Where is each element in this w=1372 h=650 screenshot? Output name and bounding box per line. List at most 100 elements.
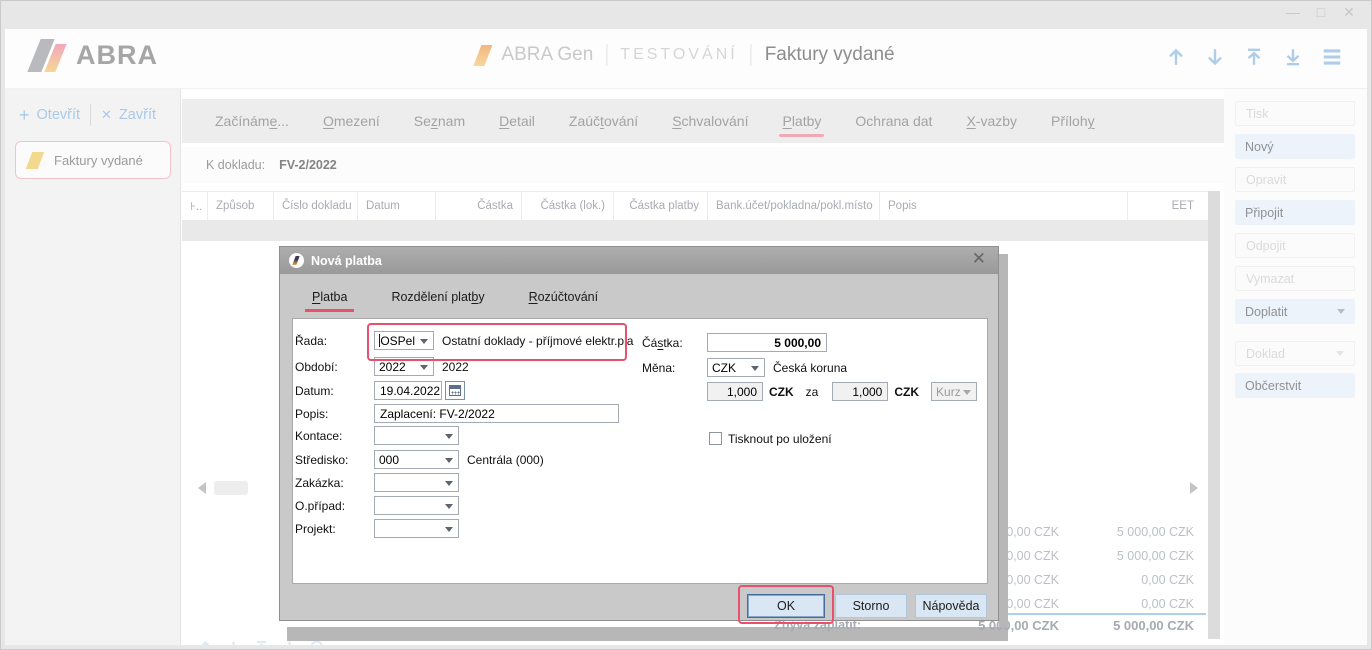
dialog-tab-rozuctovani[interactable]: Rozúčtování <box>529 290 599 312</box>
field-row-projekt: Projekt: <box>295 519 459 538</box>
tab-schvalovani[interactable]: Schvalování <box>655 99 765 143</box>
edit-button[interactable]: Opravit <box>1235 167 1355 192</box>
tab-bar: Začínáme... Omezení Seznam Detail Zaúčto… <box>182 99 1226 143</box>
sidebar-item-faktury-vydane[interactable]: Faktury vydané <box>15 141 171 179</box>
doc-number: FV-2/2022 <box>279 158 337 172</box>
field-row-castka: Částka: 5 000,00 <box>642 333 827 352</box>
close-button[interactable]: ✕ <box>1341 4 1357 21</box>
close-label: Zavřít <box>119 107 156 123</box>
help-button[interactable]: Nápověda <box>915 594 987 618</box>
attach-button[interactable]: Připojit <box>1235 200 1355 225</box>
kontace-combobox[interactable] <box>374 426 459 445</box>
new-button[interactable]: Nový <box>1235 134 1355 159</box>
zakazka-label: Zakázka: <box>295 476 374 490</box>
column-header-castka-platby[interactable]: Částka platby <box>614 192 708 220</box>
arrow-to-bottom-icon[interactable] <box>1282 46 1304 68</box>
arrow-down-icon[interactable] <box>1204 46 1226 68</box>
tab-prilohy[interactable]: Přílohy <box>1034 99 1112 143</box>
tab-seznam[interactable]: Seznam <box>397 99 482 143</box>
open-button[interactable]: + Otevřít <box>19 107 80 123</box>
close-tab-button[interactable]: ✕ Zavřít <box>101 107 156 123</box>
menu-icon[interactable] <box>1321 46 1343 68</box>
pay-rest-button[interactable]: Doplatit <box>1235 299 1355 324</box>
mena-description: Česká koruna <box>773 361 847 375</box>
column-header-zpusob[interactable]: Způsob <box>208 192 274 220</box>
delete-button[interactable]: Vymazat <box>1235 266 1355 291</box>
table-row[interactable] <box>182 220 1208 241</box>
open-label: Otevřít <box>37 107 81 123</box>
refresh-button[interactable]: Občerstvit <box>1235 373 1355 398</box>
kurz-currency-to: CZK <box>894 385 919 399</box>
cancel-button[interactable]: Storno <box>835 594 907 618</box>
kurz-amount-to-input[interactable]: 1,000 <box>832 382 888 401</box>
column-header-flag[interactable]: ⊦.. <box>182 192 208 220</box>
abra-dialog-icon <box>289 253 304 268</box>
tab-detail[interactable]: Detail <box>482 99 552 143</box>
arrow-up-icon[interactable] <box>1165 46 1187 68</box>
scroll-right-arrow[interactable] <box>1190 482 1198 494</box>
dialog-tab-platba[interactable]: Platba <box>312 290 347 312</box>
kurz-combobox[interactable]: Kurz <box>931 382 977 401</box>
tab-omezeni[interactable]: Omezení <box>306 99 397 143</box>
dialog-close-icon[interactable]: ✕ <box>972 249 986 269</box>
detach-button[interactable]: Odpojit <box>1235 233 1355 258</box>
ok-button[interactable]: OK <box>747 594 825 618</box>
modal-shadow <box>999 254 1008 627</box>
kurz-currency-from: CZK <box>769 385 794 399</box>
arrow-to-top-icon[interactable] <box>253 639 270 645</box>
right-action-panel: Tisk Nový Opravit Připojit Odpojit Vymaz… <box>1224 89 1367 645</box>
opripad-combobox[interactable] <box>374 496 459 515</box>
tab-ochrana-dat[interactable]: Ochrana dat <box>838 99 949 143</box>
print-button[interactable]: Tisk <box>1235 101 1355 126</box>
dialog-tab-rozdeleni-platby[interactable]: Rozdělení platby <box>391 290 484 312</box>
tab-zaciname[interactable]: Začínáme... <box>198 99 306 143</box>
field-row-stredisko: Středisko: 000 Centrála (000) <box>295 450 544 469</box>
dialog-titlebar[interactable]: Nová platba ✕ <box>280 247 998 274</box>
column-header-cislo-dokladu[interactable]: Číslo dokladu <box>274 192 358 220</box>
document-button[interactable]: Doklad <box>1235 341 1355 366</box>
datum-input[interactable]: 19.04.2022 <box>374 381 442 400</box>
castka-input[interactable]: 5 000,00 <box>707 333 827 352</box>
projekt-combobox[interactable] <box>374 519 459 538</box>
column-header-castka-lok[interactable]: Částka (lok.) <box>522 192 614 220</box>
column-header-eet[interactable]: EET <box>1128 192 1208 220</box>
obdobi-combobox[interactable]: 2022 <box>374 357 434 376</box>
record-navigation <box>1165 46 1343 68</box>
vertical-scrollbar[interactable] <box>1208 191 1220 639</box>
sidebar-actions: + Otevřít ✕ Zavřít <box>19 104 156 126</box>
rada-combobox[interactable]: OSPel <box>374 331 434 350</box>
summary-amount-local: 5 000,00 CZK <box>1084 549 1194 563</box>
sidebar-item-label: Faktury vydané <box>54 153 143 168</box>
print-after-save-checkbox[interactable] <box>709 432 722 445</box>
app-header: ABRA ABRA Gen TESTOVÁNÍ Faktury vydané <box>5 29 1367 89</box>
arrow-up-icon[interactable] <box>197 639 214 645</box>
tab-platby[interactable]: Platby <box>765 99 838 143</box>
dialog-tab-bar: Platba Rozdělení platby Rozúčtování <box>312 290 598 312</box>
column-header-datum[interactable]: Datum <box>358 192 436 220</box>
title-separator <box>751 44 752 66</box>
kurz-amount-from-input[interactable]: 1,000 <box>707 382 763 401</box>
arrow-down-icon[interactable] <box>225 639 242 645</box>
tab-zauctovani[interactable]: Zaúčtování <box>552 99 655 143</box>
rada-label: Řada: <box>295 334 374 348</box>
minimize-button[interactable]: — <box>1285 4 1301 21</box>
column-header-castka[interactable]: Částka <box>436 192 522 220</box>
page-title: Faktury vydané <box>765 44 895 66</box>
tab-x-vazby[interactable]: X-vazby <box>949 99 1034 143</box>
maximize-button[interactable]: □ <box>1313 4 1329 21</box>
scroll-left-arrow[interactable] <box>198 482 206 494</box>
column-header-bank-ucet[interactable]: Bank.účet/pokladna/pokl.místo <box>708 192 880 220</box>
stredisko-combobox[interactable]: 000 <box>374 450 459 469</box>
column-header-popis[interactable]: Popis <box>880 192 1128 220</box>
field-row-zakazka: Zakázka: <box>295 473 459 492</box>
agenda-icon <box>26 152 45 169</box>
arrow-to-top-icon[interactable] <box>1243 46 1265 68</box>
calendar-button[interactable] <box>445 381 465 400</box>
summary-divider <box>1004 613 1206 615</box>
horizontal-scrollbar-thumb[interactable] <box>214 481 248 495</box>
calendar-icon <box>449 385 461 396</box>
mena-combobox[interactable]: CZK <box>707 358 765 377</box>
new-payment-dialog: Nová platba ✕ Platba Rozdělení platby Ro… <box>279 246 999 621</box>
popis-input[interactable]: Zaplacení: FV-2/2022 <box>374 404 619 423</box>
zakazka-combobox[interactable] <box>374 473 459 492</box>
